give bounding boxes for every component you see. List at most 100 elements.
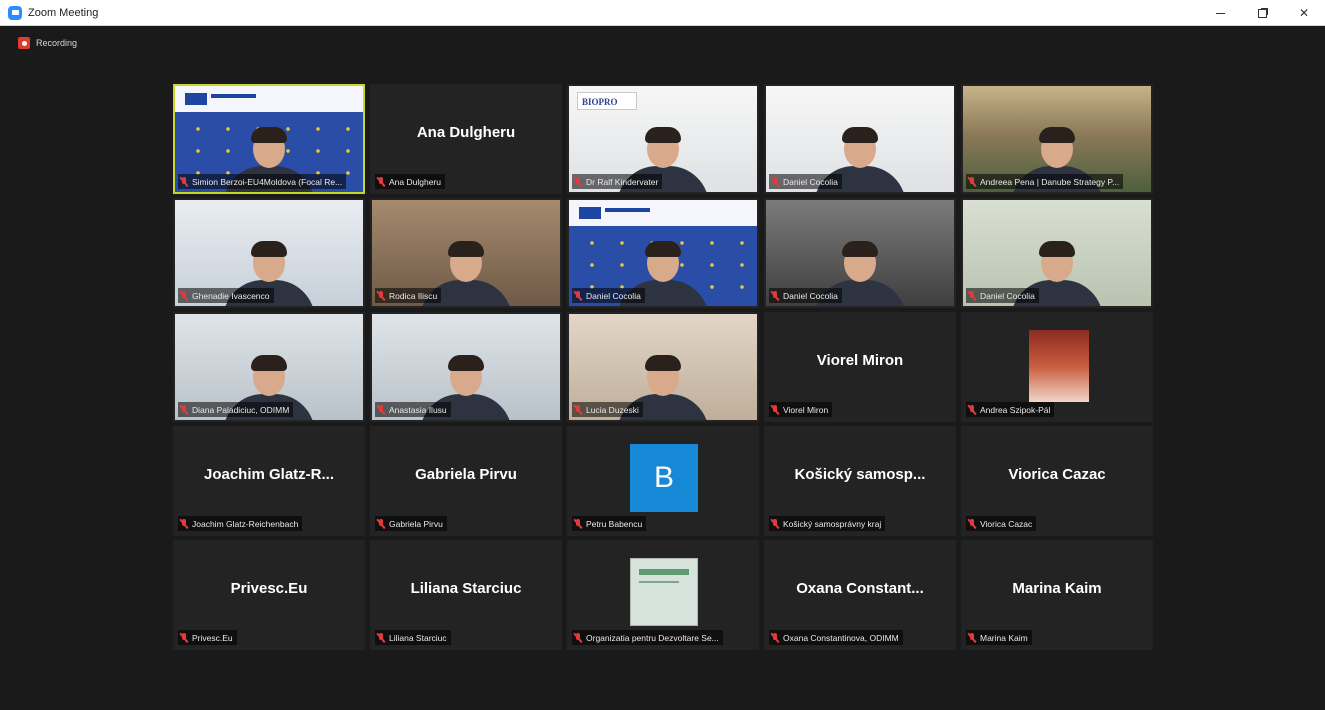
participant-name-text: Petru Babencu bbox=[586, 518, 643, 529]
participant-display-name: Liliana Starciuc bbox=[410, 580, 522, 597]
participant-tile[interactable]: Diana Paladiciuc, ODIMM bbox=[173, 312, 365, 422]
participant-name-text: Andrea Szipok-Pál bbox=[980, 404, 1051, 415]
person-hair bbox=[251, 127, 287, 143]
participant-name-text: Daniel Cocolia bbox=[783, 290, 838, 301]
person-hair bbox=[448, 355, 484, 371]
mic-muted-icon bbox=[377, 518, 385, 529]
company-logo: BIOPRO bbox=[577, 92, 637, 110]
mic-muted-icon bbox=[574, 632, 582, 643]
participant-tile[interactable]: Gabriela Pirvu Gabriela Pirvu bbox=[370, 426, 562, 536]
participant-tile[interactable]: Košický samosp... Košický samosprávny kra… bbox=[764, 426, 956, 536]
restore-icon bbox=[1257, 8, 1267, 18]
participant-name-text: Anastasia Ilusu bbox=[389, 404, 447, 415]
banner-text-shape bbox=[605, 208, 650, 212]
mic-muted-icon bbox=[968, 632, 976, 643]
participant-name-label: Rodica Iliscu bbox=[375, 288, 442, 303]
participant-tile[interactable]: Viorel Miron Viorel Miron bbox=[764, 312, 956, 422]
close-icon: ✕ bbox=[1298, 6, 1310, 20]
participant-name-text: Gabriela Pirvu bbox=[389, 518, 443, 529]
participant-display-name: Viorica Cazac bbox=[1008, 466, 1106, 483]
recording-indicator[interactable]: Recording bbox=[18, 37, 77, 49]
mic-muted-icon bbox=[180, 404, 188, 415]
mic-muted-icon bbox=[574, 518, 582, 529]
eu-banner bbox=[175, 86, 363, 112]
participant-tile[interactable]: Andreea Pena | Danube Strategy P... bbox=[961, 84, 1153, 194]
gallery-grid: Simion Berzoi-EU4Moldova (Focal Re... Ana… bbox=[173, 84, 1153, 650]
minimize-button[interactable] bbox=[1199, 0, 1241, 26]
participant-name-label: Anastasia Ilusu bbox=[375, 402, 451, 417]
mic-muted-icon bbox=[574, 404, 582, 415]
participant-name-label: Simion Berzoi-EU4Moldova (Focal Re... bbox=[178, 174, 347, 189]
participant-name-label: Daniel Cocolia bbox=[769, 174, 842, 189]
participant-tile[interactable]: Simion Berzoi-EU4Moldova (Focal Re... bbox=[173, 84, 365, 194]
participant-name-text: Rodica Iliscu bbox=[389, 290, 438, 301]
eu-flag-icon bbox=[185, 93, 207, 105]
participant-name-label: Liliana Starciuc bbox=[375, 630, 451, 645]
window-titlebar: Zoom Meeting ✕ bbox=[0, 0, 1325, 26]
close-button[interactable]: ✕ bbox=[1283, 0, 1325, 26]
participant-tile[interactable]: Joachim Glatz-R... Joachim Glatz-Reichenb… bbox=[173, 426, 365, 536]
mic-muted-icon bbox=[771, 518, 779, 529]
participant-name-text: Ghenadie Ivascenco bbox=[192, 290, 270, 301]
participant-tile[interactable]: Organizatia pentru Dezvoltare Se... bbox=[567, 540, 759, 650]
minimize-icon bbox=[1215, 12, 1225, 14]
participant-tile[interactable]: Oxana Constant... Oxana Constantinova, OD… bbox=[764, 540, 956, 650]
participant-tile[interactable]: Daniel Cocolia bbox=[764, 198, 956, 308]
participant-name-text: Dr Ralf Kindervater bbox=[586, 176, 659, 187]
participant-display-name: Košický samosp... bbox=[794, 466, 926, 483]
participant-tile[interactable]: Anastasia Ilusu bbox=[370, 312, 562, 422]
participant-tile[interactable]: BIOPRO Dr Ralf Kindervater bbox=[567, 84, 759, 194]
participant-tile[interactable]: Daniel Cocolia bbox=[961, 198, 1153, 308]
mic-muted-icon bbox=[180, 632, 188, 643]
avatar-letter: B bbox=[630, 444, 698, 512]
participant-display-name: Marina Kaim bbox=[1012, 580, 1102, 597]
participant-name-label: Daniel Cocolia bbox=[769, 288, 842, 303]
participant-name-text: Andreea Pena | Danube Strategy P... bbox=[980, 176, 1120, 187]
participant-name-label: Gabriela Pirvu bbox=[375, 516, 447, 531]
participant-name-text: Ana Dulgheru bbox=[389, 176, 441, 187]
participant-tile[interactable]: Liliana Starciuc Liliana Starciuc bbox=[370, 540, 562, 650]
eu-banner bbox=[569, 200, 757, 226]
participant-name-text: Marina Kaim bbox=[980, 632, 1028, 643]
meeting-area: Recording Simion Berzoi-EU4Moldova (Foca… bbox=[6, 26, 1319, 710]
mic-muted-icon bbox=[968, 290, 976, 301]
person-hair bbox=[842, 241, 878, 257]
participant-tile[interactable]: Privesc.Eu Privesc.Eu bbox=[173, 540, 365, 650]
mic-muted-icon bbox=[771, 176, 779, 187]
avatar-logo-line bbox=[639, 581, 679, 583]
participant-name-label: Joachim Glatz-Reichenbach bbox=[178, 516, 303, 531]
window-controls: ✕ bbox=[1199, 0, 1325, 26]
participant-tile[interactable]: Marina Kaim Marina Kaim bbox=[961, 540, 1153, 650]
banner-text-shape bbox=[211, 94, 256, 98]
person-hair bbox=[645, 355, 681, 371]
participant-name-text: Simion Berzoi-EU4Moldova (Focal Re... bbox=[192, 176, 343, 187]
participant-name-label: Ghenadie Ivascenco bbox=[178, 288, 274, 303]
zoom-app-icon bbox=[8, 5, 22, 20]
participant-tile[interactable]: Lucia Duzeski bbox=[567, 312, 759, 422]
participant-tile[interactable]: Ana Dulgheru Ana Dulgheru bbox=[370, 84, 562, 194]
participant-tile[interactable]: Viorica Cazac Viorica Cazac bbox=[961, 426, 1153, 536]
participant-tile[interactable]: Daniel Cocolia bbox=[567, 198, 759, 308]
participant-name-label: Ana Dulgheru bbox=[375, 174, 445, 189]
participant-tile[interactable]: Rodica Iliscu bbox=[370, 198, 562, 308]
participant-name-text: Liliana Starciuc bbox=[389, 632, 447, 643]
participant-name-label: Diana Paladiciuc, ODIMM bbox=[178, 402, 294, 417]
participant-name-label: Marina Kaim bbox=[966, 630, 1032, 645]
participant-tile[interactable]: Ghenadie Ivascenco bbox=[173, 198, 365, 308]
restore-button[interactable] bbox=[1241, 0, 1283, 26]
window-title: Zoom Meeting bbox=[28, 6, 99, 19]
participant-tile[interactable]: B Petru Babencu bbox=[567, 426, 759, 536]
mic-muted-icon bbox=[180, 290, 188, 301]
avatar-logo-bar bbox=[639, 569, 689, 575]
participant-tile[interactable]: Daniel Cocolia bbox=[764, 84, 956, 194]
mic-muted-icon bbox=[574, 176, 582, 187]
participant-tile[interactable]: Andrea Szipok-Pál bbox=[961, 312, 1153, 422]
mic-muted-icon bbox=[968, 404, 976, 415]
person-hair bbox=[645, 127, 681, 143]
participant-name-text: Lucia Duzeski bbox=[586, 404, 639, 415]
participant-name-label: Andrea Szipok-Pál bbox=[966, 402, 1055, 417]
participant-name-label: Daniel Cocolia bbox=[966, 288, 1039, 303]
participant-display-name: Gabriela Pirvu bbox=[415, 466, 517, 483]
avatar-image bbox=[630, 558, 698, 626]
mic-muted-icon bbox=[180, 176, 188, 187]
